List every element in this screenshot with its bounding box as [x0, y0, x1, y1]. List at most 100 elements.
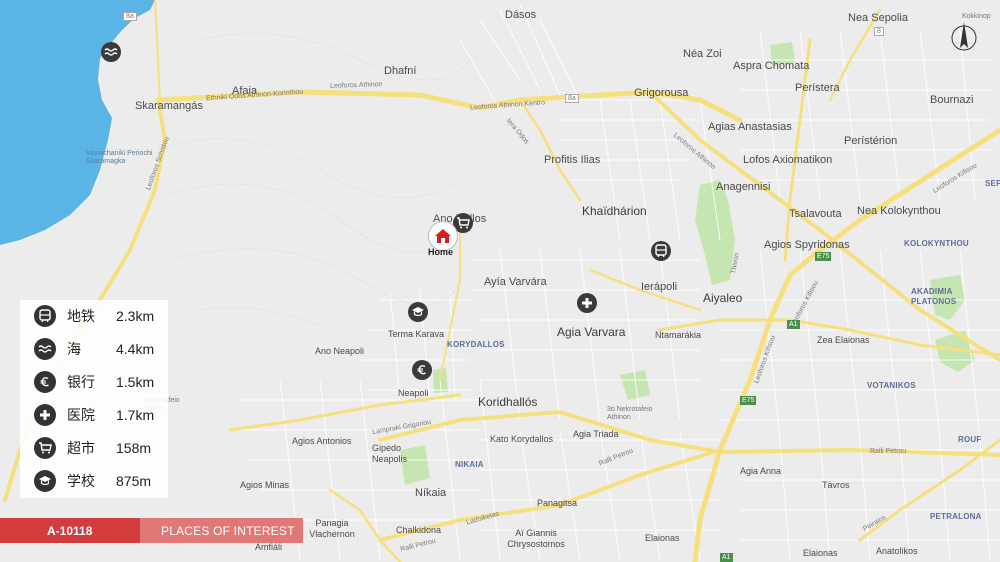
poi-row-hospital: 医院 1.7km: [20, 401, 168, 429]
home-label: Home: [428, 247, 454, 257]
place-zea-elaionas: Zea Elaionas: [817, 335, 870, 345]
banner-title: PLACES OF INTEREST: [161, 524, 295, 538]
place-ayia-varvara: Ayía Varvára: [484, 276, 547, 288]
poi-row-sea: 海 4.4km: [20, 335, 168, 363]
place-anagennisi: Anagennisi: [716, 181, 771, 193]
place-nikaia-district: NIKAIA: [455, 460, 484, 469]
poi-distance: 158m: [116, 440, 152, 456]
hospital-icon: [582, 298, 592, 308]
hospital-marker[interactable]: [577, 293, 597, 313]
poi-name: 地铁: [67, 309, 95, 325]
place-amfiali: Amfiáli: [255, 542, 283, 552]
hospital-icon: [34, 404, 56, 426]
place-sepolia: SEPO: [985, 179, 1000, 188]
poi-name: 银行: [67, 375, 95, 391]
place-terma-karava: Terma Karava: [388, 329, 445, 339]
place-agios-antonios: Agios Antonios: [292, 436, 352, 446]
poi-row-supermarket: 超市 158m: [20, 434, 168, 462]
poi-row-metro: 地铁 2.3km: [20, 302, 168, 330]
place-nekrotafeio-athinon: 3o Nekrotafeio Athinon: [607, 406, 653, 422]
metro-marker[interactable]: [651, 241, 671, 261]
place-profitis-ilias: Profitis Ilias: [544, 154, 601, 166]
metro-icon: [34, 305, 56, 327]
place-bournazi: Bournazi: [930, 94, 974, 106]
north-arrow-icon: [951, 22, 977, 51]
poi-name: 海: [67, 342, 81, 358]
poi-distance: 1.7km: [116, 407, 155, 423]
home-icon: [435, 229, 451, 243]
place-nikaia: Níkaia: [415, 487, 447, 499]
place-nea-kolokynthou: Nea Kolokynthou: [857, 205, 941, 217]
poi-distance: 1.5km: [116, 374, 155, 390]
place-ierapoli: Ierápoli: [641, 281, 678, 293]
road-8a: 8a: [565, 94, 579, 103]
metro-icon: [655, 244, 667, 258]
place-agios-minas: Agios Minas: [240, 480, 290, 490]
place-aspra-chomata: Aspra Chomata: [733, 60, 810, 72]
place-kokkinopilos: Kokkinop: [962, 13, 991, 20]
sea-marker[interactable]: [101, 42, 121, 62]
sea-icon: [34, 338, 56, 360]
place-gipedo-neapolis: Gipedo Neapolis: [372, 443, 408, 464]
place-petralona: PETRALONA: [930, 512, 982, 521]
road-8a-b: 8a: [123, 12, 137, 21]
place-akadimia-platonos: AKADIMIA PLATONOS: [911, 287, 957, 306]
sea-icon: [104, 48, 118, 56]
road-e75-b: E75: [740, 396, 757, 405]
place-kato-korydallos: Kato Korydallos: [490, 434, 554, 444]
place-panagitsa: Panagitsa: [537, 498, 578, 508]
road-8: 8: [874, 27, 884, 36]
place-neapoli: Neapoli: [398, 388, 429, 398]
place-peristera: Perístera: [795, 82, 840, 94]
poi-name: 超市: [67, 441, 95, 457]
property-reference: A-10118: [47, 524, 93, 538]
place-agia-anna: Agia Anna: [740, 466, 782, 476]
place-rouf: ROUF: [958, 435, 982, 444]
road-e75: E75: [815, 252, 832, 261]
place-kolokynthou: KOLOKYNTHOU: [904, 239, 969, 248]
place-agia-varvara: Agia Varvara: [557, 325, 626, 339]
bank-icon: [417, 365, 426, 375]
place-koridhallos: Koridhallós: [478, 395, 538, 409]
road-ralli-petrou-2: Ralli Petrou: [870, 448, 907, 455]
place-dasos: Dásos: [505, 9, 537, 21]
place-elaionas: Elaionas: [645, 533, 680, 543]
bank-icon: [34, 371, 56, 393]
place-agios-spyridonas: Agios Spyridonas: [764, 239, 850, 251]
place-panagia-vlachernon: Panagia Vlachernon: [309, 518, 355, 539]
poi-row-bank: 银行 1.5km: [20, 368, 168, 396]
road-a1: A1: [787, 320, 800, 329]
place-nea-sepolia: Nea Sepolia: [848, 12, 908, 24]
poi-name: 医院: [67, 408, 95, 424]
place-ano-neapoli: Ano Neapoli: [315, 346, 365, 356]
poi-distance: 875m: [116, 473, 152, 489]
road-a1-b: A1: [720, 553, 733, 562]
place-nea-zoi: Néa Zoi: [683, 48, 722, 60]
place-ai-giannis: Aï Giannis Chrysostomos: [507, 528, 565, 549]
place-dafni: Dhafní: [384, 65, 417, 77]
place-ntamarakia: Ntamarákia: [655, 330, 702, 340]
place-agia-triada: Agia Triada: [573, 429, 619, 439]
place-chalkidona: Chalkidona: [396, 525, 442, 535]
place-skaramangas: Skaramangás: [135, 100, 203, 112]
place-elaionas-2: Elaionas: [803, 548, 838, 558]
place-tsalavouta: Tsalavouta: [789, 208, 842, 220]
poi-distance: 4.4km: [116, 341, 155, 357]
place-viomichaniki: Viomichaniki Periochi Skaramagka: [86, 150, 153, 166]
place-agias-anastasias: Agias Anastasias: [708, 121, 792, 133]
place-anatolikos: Anatolikos: [876, 546, 918, 556]
poi-name: 学校: [67, 474, 95, 490]
place-votanikos: VOTANIKOS: [867, 381, 916, 390]
place-grigorousa: Grigorousa: [634, 87, 689, 99]
school-marker[interactable]: [408, 302, 428, 322]
school-icon: [34, 470, 56, 492]
supermarket-icon: [457, 217, 470, 229]
bank-marker[interactable]: [412, 360, 432, 380]
poi-distance: 2.3km: [116, 308, 155, 324]
place-khaidharion: Khaïdhárion: [582, 204, 647, 218]
place-lofos-axiomatikon: Lofos Axiomatikon: [743, 154, 833, 166]
place-peristerion: Perístérion: [844, 135, 898, 147]
place-aiyaleo: Aiyaleo: [703, 291, 743, 305]
place-korydallos: KORYDALLOS: [447, 340, 505, 349]
poi-row-school: 学校 875m: [20, 467, 168, 495]
